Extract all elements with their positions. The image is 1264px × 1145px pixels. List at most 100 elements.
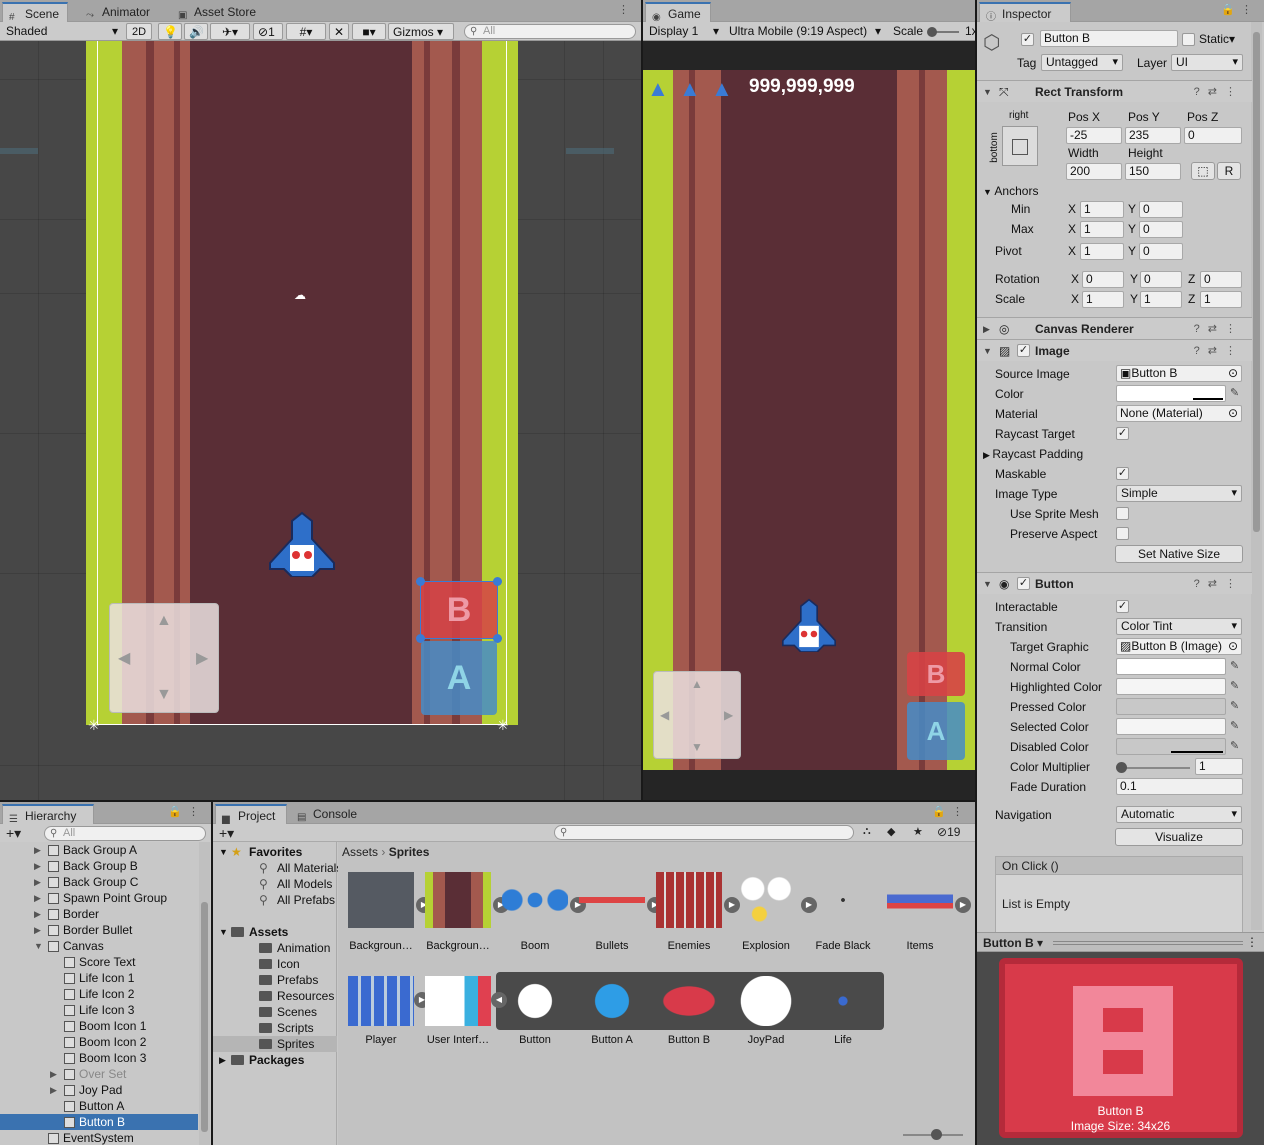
project-tree-item[interactable]: ▶ Packages bbox=[213, 1052, 337, 1068]
expand-arrow-icon[interactable]: ▶ bbox=[34, 874, 41, 890]
project-tree-item[interactable]: ⚲ All Models bbox=[213, 876, 337, 892]
rotation-y-field[interactable]: 0 bbox=[1140, 271, 1182, 288]
rotation-z-field[interactable]: 0 bbox=[1200, 271, 1242, 288]
canvas-renderer-header[interactable]: ▶ ◎ Canvas Renderer ?⇄⋮ bbox=[977, 317, 1252, 339]
rotation-x-field[interactable]: 0 bbox=[1082, 271, 1124, 288]
expand-arrow-icon[interactable]: ▶ bbox=[34, 858, 41, 874]
anchor-min-x-field[interactable]: 1 bbox=[1080, 201, 1124, 218]
hierarchy-item[interactable]: ▶ Back Group A bbox=[0, 842, 198, 858]
scrollbar-thumb[interactable] bbox=[201, 902, 208, 1132]
lock-icon[interactable]: 🔒⋮ bbox=[1221, 3, 1258, 16]
raw-edit-button[interactable]: R bbox=[1217, 162, 1241, 180]
object-picker-icon[interactable]: ⊙ bbox=[1228, 406, 1238, 421]
collapse-arrow-icon[interactable]: ▼ bbox=[983, 340, 992, 362]
tab-inspector[interactable]: ⓘ Inspector bbox=[979, 2, 1071, 23]
color-multiplier-slider[interactable] bbox=[1116, 762, 1190, 773]
eyedropper-icon[interactable]: ✎ bbox=[1230, 719, 1239, 732]
scale-y-field[interactable]: 1 bbox=[1140, 291, 1182, 308]
lock-icon[interactable]: 🔒⋮ bbox=[932, 805, 969, 818]
hierarchy-item[interactable]: Life Icon 1 bbox=[0, 970, 198, 986]
asset-label[interactable]: Button A bbox=[575, 1034, 649, 1046]
hierarchy-item[interactable]: EventSystem bbox=[0, 1130, 198, 1145]
project-search-input[interactable]: ⚲ bbox=[554, 825, 854, 840]
selected-color-field[interactable] bbox=[1116, 718, 1226, 735]
filter-by-label-icon[interactable]: ◆ bbox=[887, 825, 895, 838]
hierarchy-item[interactable]: ▶ Joy Pad bbox=[0, 1082, 198, 1098]
asset-label[interactable]: Bullets bbox=[575, 940, 649, 952]
hierarchy-item[interactable]: ▶ Over Set bbox=[0, 1066, 198, 1082]
hierarchy-item[interactable]: ▶ Back Group B bbox=[0, 858, 198, 874]
more-menu-icon[interactable]: ⋮ bbox=[1246, 935, 1258, 949]
background-thumb[interactable] bbox=[425, 872, 491, 928]
use-sprite-mesh-checkbox[interactable] bbox=[1116, 507, 1129, 520]
color-field[interactable] bbox=[1116, 385, 1226, 402]
asset-label[interactable]: Items bbox=[883, 940, 957, 952]
scale-z-field[interactable]: 1 bbox=[1200, 291, 1242, 308]
posx-field[interactable]: -25 bbox=[1066, 127, 1122, 144]
scene-search-input[interactable]: ⚲ All bbox=[464, 24, 636, 39]
preserve-aspect-checkbox[interactable] bbox=[1116, 527, 1129, 540]
hierarchy-scrollbar[interactable] bbox=[199, 842, 210, 1145]
breadcrumb-assets[interactable]: Assets bbox=[342, 845, 378, 859]
project-tree-item[interactable]: Animation bbox=[213, 940, 337, 956]
asset-label[interactable]: Fade Black bbox=[806, 940, 880, 952]
tab-game[interactable]: ◉ Game bbox=[645, 2, 711, 23]
scrollbar-thumb[interactable] bbox=[1253, 32, 1260, 532]
posy-field[interactable]: 235 bbox=[1125, 127, 1181, 144]
hidden-objects-toggle[interactable]: ⊘1 bbox=[253, 23, 283, 40]
color-multiplier-field[interactable]: 1 bbox=[1195, 758, 1243, 775]
selection-handle[interactable] bbox=[416, 577, 425, 586]
project-tree-item[interactable]: ▼ Assets bbox=[213, 924, 337, 940]
pivot-x-field[interactable]: 1 bbox=[1080, 243, 1124, 260]
fade-duration-field[interactable]: 0.1 bbox=[1116, 778, 1243, 795]
target-graphic-field[interactable]: ▨Button B (Image) ⊙ bbox=[1116, 638, 1242, 655]
hierarchy-item[interactable]: Button B bbox=[0, 1114, 198, 1130]
help-icon[interactable]: ?⇄⋮ bbox=[1194, 340, 1244, 362]
expand-arrow-icon[interactable]: ▶ bbox=[34, 842, 41, 858]
button-enabled-checkbox[interactable]: ✓ bbox=[1017, 577, 1030, 590]
anchor-max-x-field[interactable]: 1 bbox=[1080, 221, 1124, 238]
thumbnail-size-slider[interactable] bbox=[903, 1129, 963, 1140]
object-picker-icon[interactable]: ⊙ bbox=[1228, 639, 1238, 654]
eyedropper-icon[interactable]: ✎ bbox=[1230, 679, 1239, 692]
hidden-packages-toggle[interactable]: ⊘19 bbox=[937, 825, 960, 839]
favorite-icon[interactable]: ★ bbox=[913, 825, 923, 838]
grid-toggle-icon[interactable]: #▾ bbox=[286, 23, 326, 40]
eyedropper-icon[interactable]: ✎ bbox=[1230, 659, 1239, 672]
asset-label[interactable]: Enemies bbox=[652, 940, 726, 952]
expand-arrow-icon[interactable]: ▶ bbox=[34, 890, 41, 906]
hierarchy-search-input[interactable]: ⚲ All bbox=[44, 826, 206, 841]
camera-icon[interactable]: ■▾ bbox=[352, 23, 386, 40]
asset-label[interactable]: Backgroun… bbox=[344, 940, 418, 952]
hierarchy-item[interactable]: ▶ Spawn Point Group bbox=[0, 890, 198, 906]
shading-dropdown[interactable]: Shaded ▾ bbox=[2, 23, 120, 40]
expand-arrow-icon[interactable]: ▶ bbox=[50, 1082, 57, 1098]
more-menu-icon[interactable]: ⋮ bbox=[618, 3, 635, 16]
object-name-field[interactable]: Button B bbox=[1040, 30, 1178, 47]
user-interface-thumb[interactable] bbox=[425, 976, 491, 1026]
asset-label[interactable]: Explosion bbox=[729, 940, 803, 952]
hierarchy-item[interactable]: Life Icon 3 bbox=[0, 1002, 198, 1018]
hierarchy-item[interactable]: ▼ Canvas bbox=[0, 938, 198, 954]
joypad-thumb[interactable] bbox=[733, 976, 799, 1026]
button-component-header[interactable]: ▼ ◉ ✓ Button ?⇄⋮ bbox=[977, 572, 1252, 594]
project-tree-item[interactable]: Sprites bbox=[213, 1036, 337, 1052]
visualize-button[interactable]: Visualize bbox=[1115, 828, 1243, 846]
button-b-thumb[interactable] bbox=[656, 976, 722, 1026]
project-tree-item[interactable]: ▼ ★ Favorites bbox=[213, 844, 337, 860]
asset-label[interactable]: User Interf… bbox=[421, 1034, 495, 1046]
static-checkbox[interactable] bbox=[1182, 33, 1195, 46]
height-field[interactable]: 150 bbox=[1125, 163, 1181, 180]
selection-handle[interactable] bbox=[493, 577, 502, 586]
slider-knob[interactable] bbox=[931, 1129, 942, 1140]
add-icon[interactable]: +▾ bbox=[219, 824, 234, 842]
collapse-arrow-icon[interactable]: ▼ bbox=[983, 573, 992, 595]
pivot-y-field[interactable]: 0 bbox=[1139, 243, 1183, 260]
raycast-target-checkbox[interactable]: ✓ bbox=[1116, 427, 1129, 440]
object-picker-icon[interactable]: ⊙ bbox=[1228, 366, 1238, 381]
hierarchy-item[interactable]: Button A bbox=[0, 1098, 198, 1114]
tab-scene[interactable]: # Scene bbox=[2, 2, 68, 23]
scale-x-field[interactable]: 1 bbox=[1082, 291, 1124, 308]
anchor-min-y-field[interactable]: 0 bbox=[1139, 201, 1183, 218]
gizmos-dropdown[interactable]: Gizmos ▾ bbox=[388, 23, 454, 40]
